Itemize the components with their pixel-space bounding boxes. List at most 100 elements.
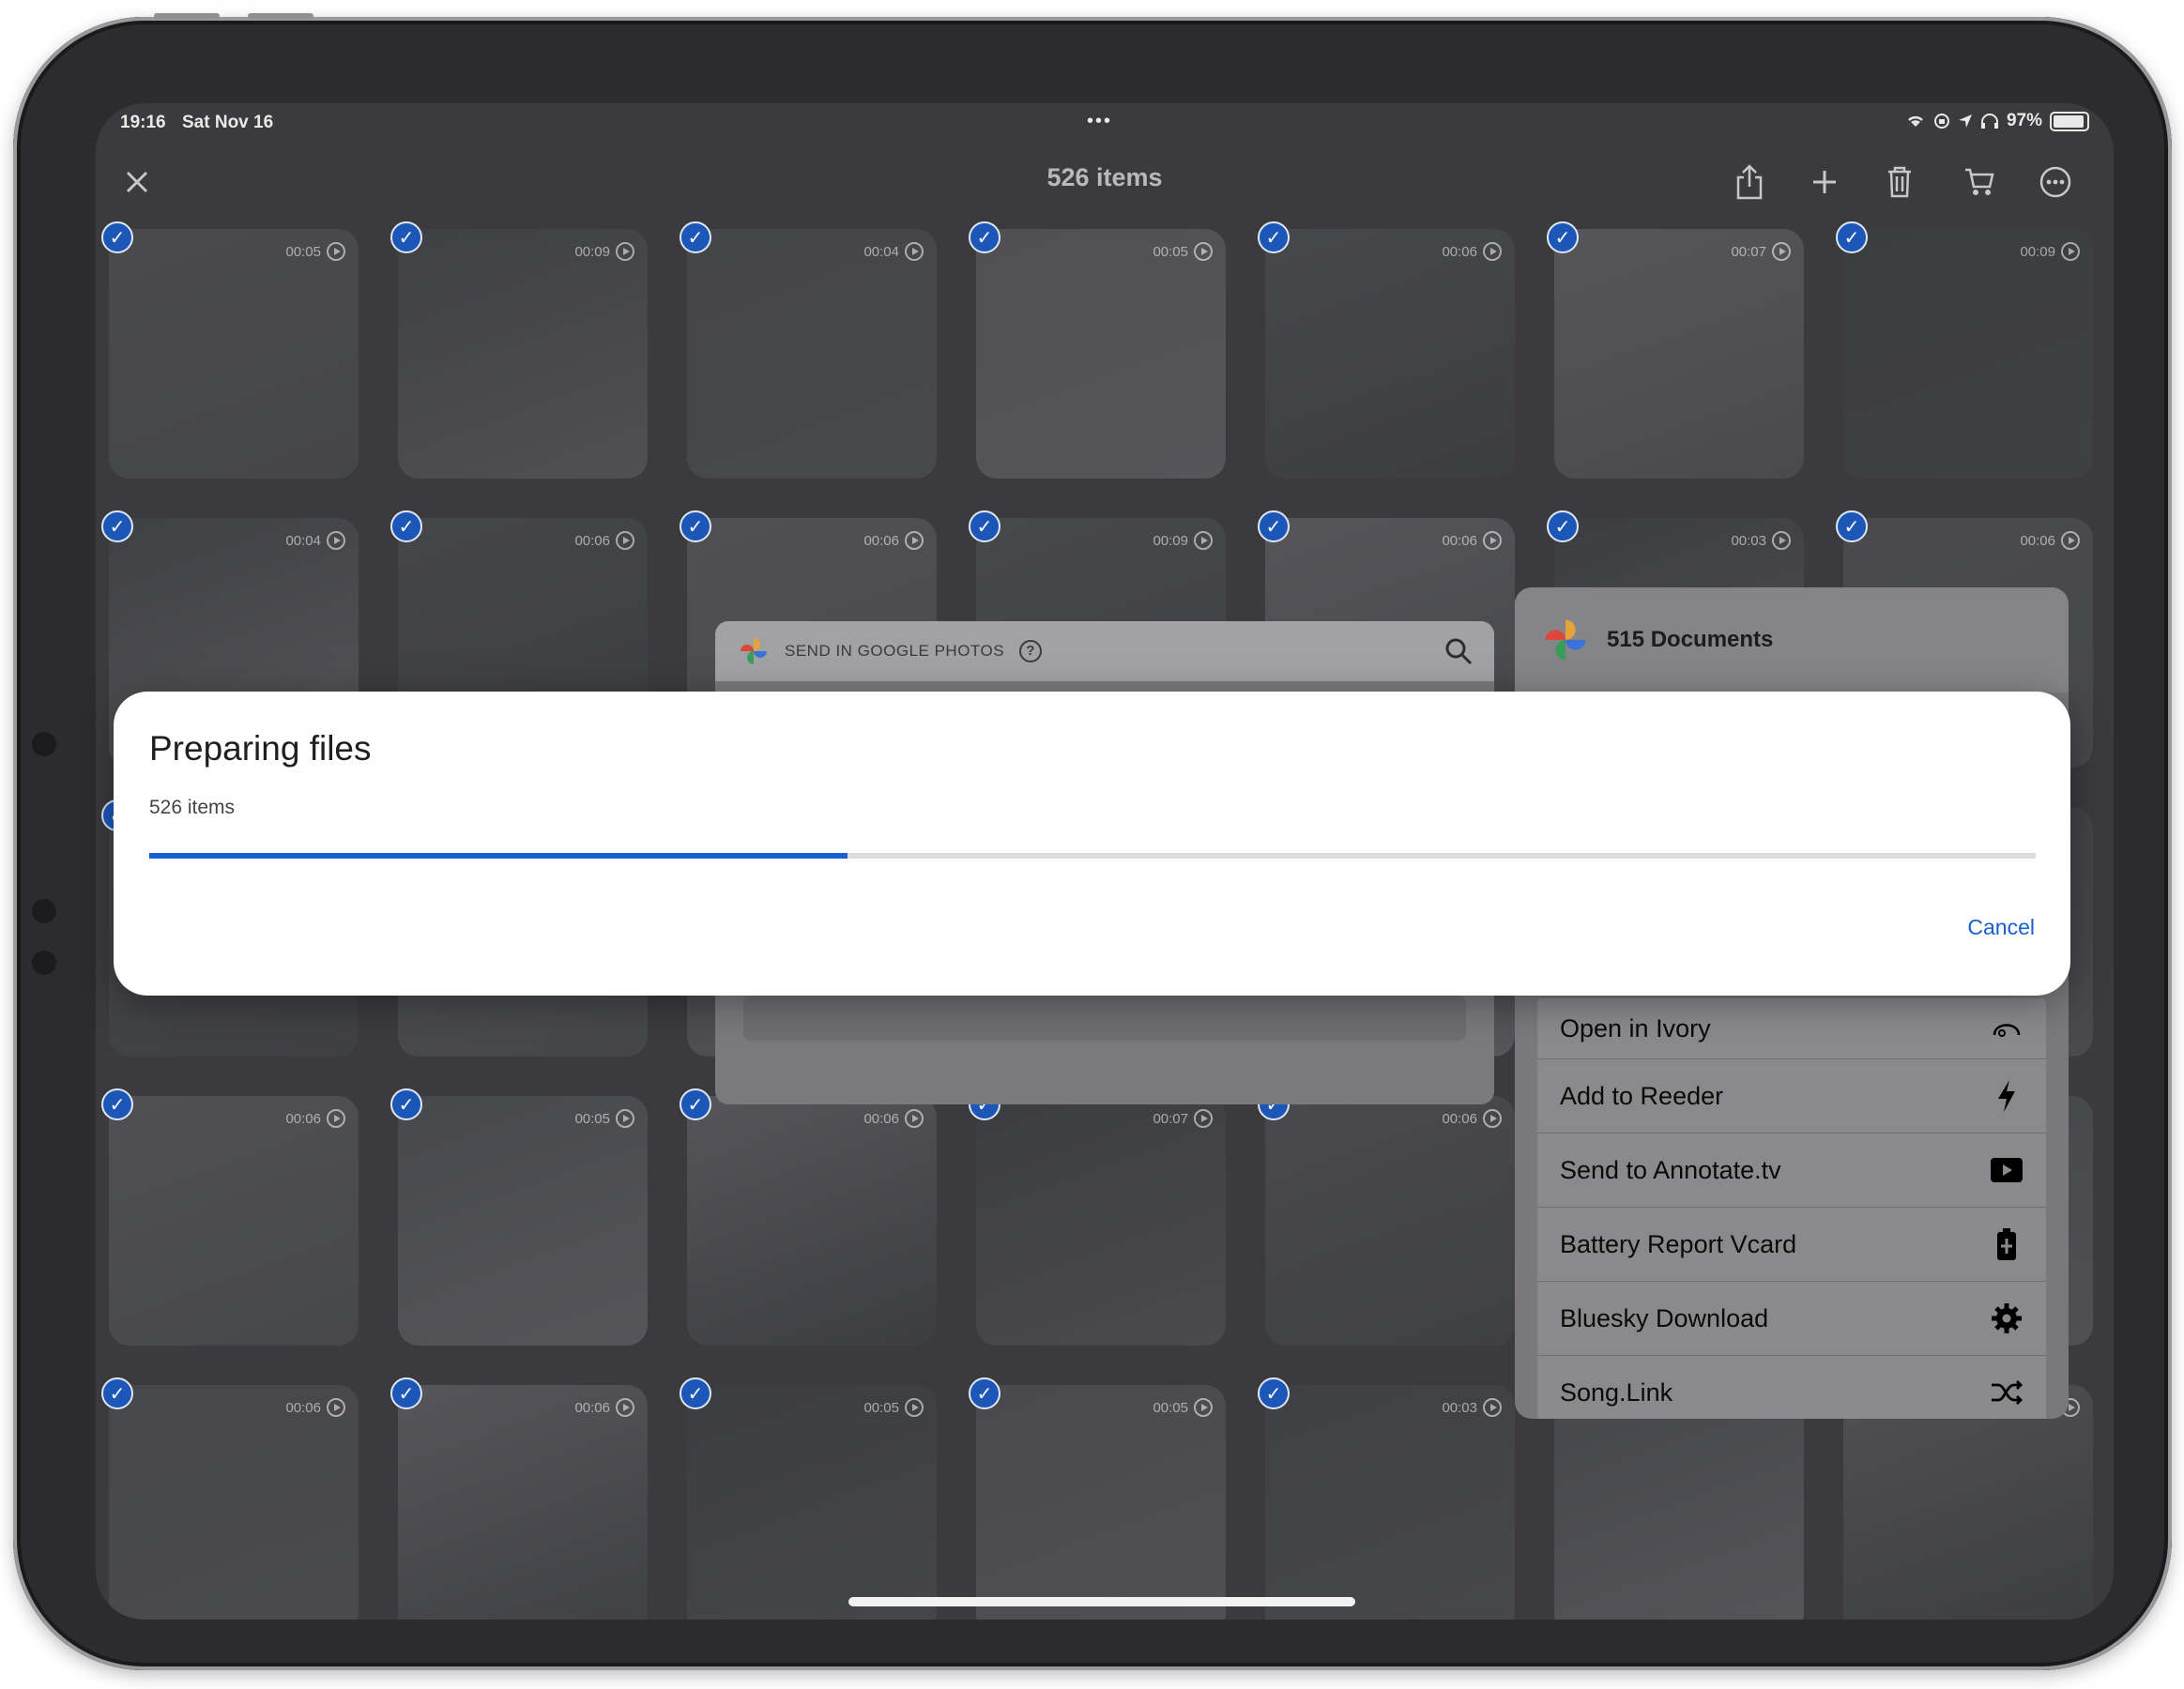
photo-thumbnail[interactable]: 00:09 xyxy=(1843,229,2093,479)
selected-check-icon[interactable]: ✓ xyxy=(101,1377,133,1409)
play-circle-icon xyxy=(905,1109,924,1128)
selected-check-icon[interactable]: ✓ xyxy=(1547,221,1579,253)
video-duration: 00:06 xyxy=(2020,531,2080,550)
photo-thumbnail[interactable]: 00:06 xyxy=(1265,1096,1515,1346)
photo-thumbnail[interactable]: 00:06 xyxy=(687,1096,937,1346)
menu-item-open-in-ivory[interactable]: Open in Ivory xyxy=(1537,998,2046,1058)
video-duration: 00:06 xyxy=(574,1398,634,1417)
selected-check-icon[interactable]: ✓ xyxy=(1258,1377,1290,1409)
video-duration: 00:07 xyxy=(1731,242,1791,261)
photo-thumbnail[interactable]: 00:05 xyxy=(976,1385,1226,1620)
lightning-icon xyxy=(1990,1079,2024,1113)
selected-check-icon[interactable]: ✓ xyxy=(390,221,422,253)
selected-check-icon[interactable]: ✓ xyxy=(1547,510,1579,542)
video-duration: 00:04 xyxy=(285,531,345,550)
selected-check-icon[interactable]: ✓ xyxy=(680,510,711,542)
side-sensor-2 xyxy=(32,951,56,975)
side-camera xyxy=(32,732,56,756)
selected-check-icon[interactable]: ✓ xyxy=(969,1377,1000,1409)
photo-thumbnail[interactable]: 00:05 xyxy=(109,229,359,479)
photo-thumbnail[interactable]: 00:04 xyxy=(687,229,937,479)
cart-icon[interactable] xyxy=(1959,161,2000,203)
selected-check-icon[interactable]: ✓ xyxy=(1836,221,1868,253)
progress-bar xyxy=(149,853,848,859)
photo-thumbnail[interactable]: 00:07 xyxy=(1554,229,1804,479)
menu-item-label: Song.Link xyxy=(1560,1377,1673,1407)
selected-check-icon[interactable]: ✓ xyxy=(680,1088,711,1120)
video-duration: 00:03 xyxy=(1731,531,1791,550)
help-icon[interactable]: ? xyxy=(1019,640,1043,662)
selection-toolbar: 526 items xyxy=(96,145,2114,220)
selected-check-icon[interactable]: ✓ xyxy=(101,1088,133,1120)
video-duration: 00:06 xyxy=(1442,531,1502,550)
battery-percent: 97% xyxy=(2006,111,2042,130)
photo-thumbnail[interactable]: 00:06 xyxy=(109,1385,359,1620)
menu-item-bluesky-download[interactable]: Bluesky Download xyxy=(1537,1281,2046,1355)
multitask-dots[interactable]: ••• xyxy=(1087,111,1112,132)
more-icon[interactable] xyxy=(2035,161,2076,203)
play-circle-icon xyxy=(1483,1398,1502,1417)
selected-check-icon[interactable]: ✓ xyxy=(1258,510,1290,542)
play-circle-icon xyxy=(327,1398,345,1417)
photo-thumbnail[interactable]: 00:03 xyxy=(1265,1385,1515,1620)
menu-item-send-to-annotate[interactable]: Send to Annotate.tv xyxy=(1537,1133,2046,1207)
selected-check-icon[interactable]: ✓ xyxy=(1836,510,1868,542)
photo-thumbnail[interactable]: 00:07 xyxy=(976,1096,1226,1346)
video-duration: 00:04 xyxy=(863,242,924,261)
selected-check-icon[interactable]: ✓ xyxy=(680,1377,711,1409)
selected-check-icon[interactable]: ✓ xyxy=(680,221,711,253)
google-photos-title: SEND IN GOOGLE PHOTOS xyxy=(785,642,1005,660)
photo-thumbnail[interactable]: 00:05 xyxy=(687,1385,937,1620)
play-circle-icon xyxy=(616,242,634,261)
status-right: 97% xyxy=(1905,111,2089,131)
selected-check-icon[interactable]: ✓ xyxy=(101,510,133,542)
selected-check-icon[interactable]: ✓ xyxy=(390,510,422,542)
battery-icon xyxy=(2050,111,2089,131)
photo-thumbnail[interactable]: 00:06 xyxy=(109,1096,359,1346)
menu-item-label: Send to Annotate.tv xyxy=(1560,1155,1781,1184)
photo-thumbnail[interactable]: 00:05 xyxy=(976,229,1226,479)
share-to-row[interactable] xyxy=(743,996,1466,1041)
progress-track xyxy=(149,853,2036,859)
selected-check-icon[interactable]: ✓ xyxy=(390,1088,422,1120)
play-circle-icon xyxy=(1772,242,1791,261)
play-circle-icon xyxy=(1483,242,1502,261)
selected-check-icon[interactable]: ✓ xyxy=(969,510,1000,542)
play-circle-icon xyxy=(2061,531,2080,550)
play-circle-icon xyxy=(616,1398,634,1417)
photo-thumbnail[interactable]: 00:06 xyxy=(398,1385,648,1620)
selected-check-icon[interactable]: ✓ xyxy=(1258,221,1290,253)
share-icon[interactable] xyxy=(1729,161,1770,203)
photo-thumbnail[interactable]: 00:05 xyxy=(398,1096,648,1346)
menu-item-battery-report[interactable]: Battery Report Vcard xyxy=(1537,1207,2046,1281)
selected-check-icon[interactable]: ✓ xyxy=(969,221,1000,253)
video-duration: 00:05 xyxy=(1153,1398,1213,1417)
selected-check-icon[interactable]: ✓ xyxy=(390,1377,422,1409)
play-circle-icon xyxy=(905,531,924,550)
video-duration: 00:06 xyxy=(863,531,924,550)
photo-thumbnail[interactable] xyxy=(1554,1385,1804,1620)
menu-item-add-to-reeder[interactable]: Add to Reeder xyxy=(1537,1058,2046,1133)
photo-thumbnail[interactable]: 00:04 xyxy=(1843,1385,2093,1620)
plus-icon[interactable] xyxy=(1804,161,1845,203)
play-circle-icon xyxy=(616,1109,634,1128)
video-duration: 00:06 xyxy=(1442,242,1502,261)
home-indicator[interactable] xyxy=(848,1597,1355,1606)
cancel-button[interactable]: Cancel xyxy=(1967,915,2035,940)
location-icon xyxy=(1958,114,1972,128)
photo-thumbnail[interactable]: 00:06 xyxy=(1265,229,1515,479)
video-duration: 00:07 xyxy=(1153,1109,1213,1128)
menu-item-song-link[interactable]: Song.Link xyxy=(1537,1355,2046,1419)
top-button xyxy=(154,13,220,19)
trash-icon[interactable] xyxy=(1879,161,1920,203)
search-icon[interactable] xyxy=(1443,636,1474,666)
play-circle-icon xyxy=(1194,1398,1213,1417)
battery-icon xyxy=(1990,1227,2024,1261)
video-duration: 00:05 xyxy=(574,1109,634,1128)
play-circle-icon xyxy=(905,1398,924,1417)
play-circle-icon xyxy=(327,242,345,261)
volume-button xyxy=(248,13,313,19)
photo-thumbnail[interactable]: 00:09 xyxy=(398,229,648,479)
selected-check-icon[interactable]: ✓ xyxy=(101,221,133,253)
wifi-icon xyxy=(1908,115,1923,127)
